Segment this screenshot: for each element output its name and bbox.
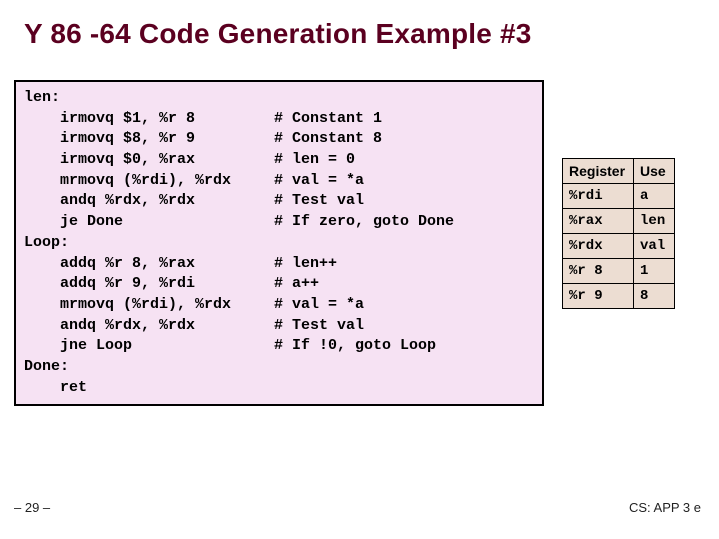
book-ref: CS: APP 3 e <box>629 500 701 515</box>
code-line: jne Loop# If !0, goto Loop <box>24 336 534 357</box>
slide-number: – 29 – <box>14 500 50 515</box>
code-comment: # Constant 8 <box>274 129 534 150</box>
code-instruction: irmovq $1, %r 8 <box>24 109 274 130</box>
code-instruction: addq %r 9, %rdi <box>24 274 274 295</box>
cell-use: a <box>634 184 675 209</box>
col-register: Register <box>563 159 634 184</box>
code-instruction: Loop: <box>24 233 274 254</box>
code-line: irmovq $8, %r 9# Constant 8 <box>24 129 534 150</box>
code-comment <box>274 357 534 378</box>
code-line: mrmovq (%rdi), %rdx# val = *a <box>24 295 534 316</box>
code-comment <box>274 88 534 109</box>
table-row: %raxlen <box>563 209 675 234</box>
cell-register: %rdi <box>563 184 634 209</box>
code-line: irmovq $0, %rax# len = 0 <box>24 150 534 171</box>
code-instruction: andq %rdx, %rdx <box>24 191 274 212</box>
code-comment: # len = 0 <box>274 150 534 171</box>
code-line: je Done# If zero, goto Done <box>24 212 534 233</box>
code-instruction: je Done <box>24 212 274 233</box>
cell-register: %rdx <box>563 234 634 259</box>
code-comment: # len++ <box>274 254 534 275</box>
code-listing: len: irmovq $1, %r 8# Constant 1 irmovq … <box>14 80 544 406</box>
table-header-row: Register Use <box>563 159 675 184</box>
code-comment: # Constant 1 <box>274 109 534 130</box>
code-line: ret <box>24 378 534 399</box>
code-comment: # If !0, goto Loop <box>274 336 534 357</box>
table-row: %rdia <box>563 184 675 209</box>
cell-use: val <box>634 234 675 259</box>
slide-title: Y 86 -64 Code Generation Example #3 <box>0 0 719 50</box>
code-instruction: andq %rdx, %rdx <box>24 316 274 337</box>
register-table: Register Use %rdia%raxlen%rdxval%r 81%r … <box>562 158 675 309</box>
cell-register: %r 9 <box>563 284 634 309</box>
table-row: %rdxval <box>563 234 675 259</box>
cell-use: 8 <box>634 284 675 309</box>
cell-register: %r 8 <box>563 259 634 284</box>
table-row: %r 98 <box>563 284 675 309</box>
cell-use: len <box>634 209 675 234</box>
code-line: len: <box>24 88 534 109</box>
code-instruction: addq %r 8, %rax <box>24 254 274 275</box>
code-line: mrmovq (%rdi), %rdx# val = *a <box>24 171 534 192</box>
code-instruction: mrmovq (%rdi), %rdx <box>24 171 274 192</box>
code-instruction: irmovq $0, %rax <box>24 150 274 171</box>
col-use: Use <box>634 159 675 184</box>
code-instruction: Done: <box>24 357 274 378</box>
code-comment: # val = *a <box>274 171 534 192</box>
table-row: %r 81 <box>563 259 675 284</box>
code-comment <box>274 378 534 399</box>
code-line: addq %r 8, %rax# len++ <box>24 254 534 275</box>
code-instruction: jne Loop <box>24 336 274 357</box>
code-instruction: irmovq $8, %r 9 <box>24 129 274 150</box>
code-comment: # Test val <box>274 316 534 337</box>
code-line: irmovq $1, %r 8# Constant 1 <box>24 109 534 130</box>
code-comment <box>274 233 534 254</box>
code-line: Loop: <box>24 233 534 254</box>
code-instruction: ret <box>24 378 274 399</box>
code-comment: # If zero, goto Done <box>274 212 534 233</box>
code-line: andq %rdx, %rdx# Test val <box>24 191 534 212</box>
code-line: andq %rdx, %rdx# Test val <box>24 316 534 337</box>
code-comment: # Test val <box>274 191 534 212</box>
cell-register: %rax <box>563 209 634 234</box>
code-line: addq %r 9, %rdi# a++ <box>24 274 534 295</box>
code-instruction: mrmovq (%rdi), %rdx <box>24 295 274 316</box>
code-comment: # a++ <box>274 274 534 295</box>
code-instruction: len: <box>24 88 274 109</box>
cell-use: 1 <box>634 259 675 284</box>
code-comment: # val = *a <box>274 295 534 316</box>
code-line: Done: <box>24 357 534 378</box>
